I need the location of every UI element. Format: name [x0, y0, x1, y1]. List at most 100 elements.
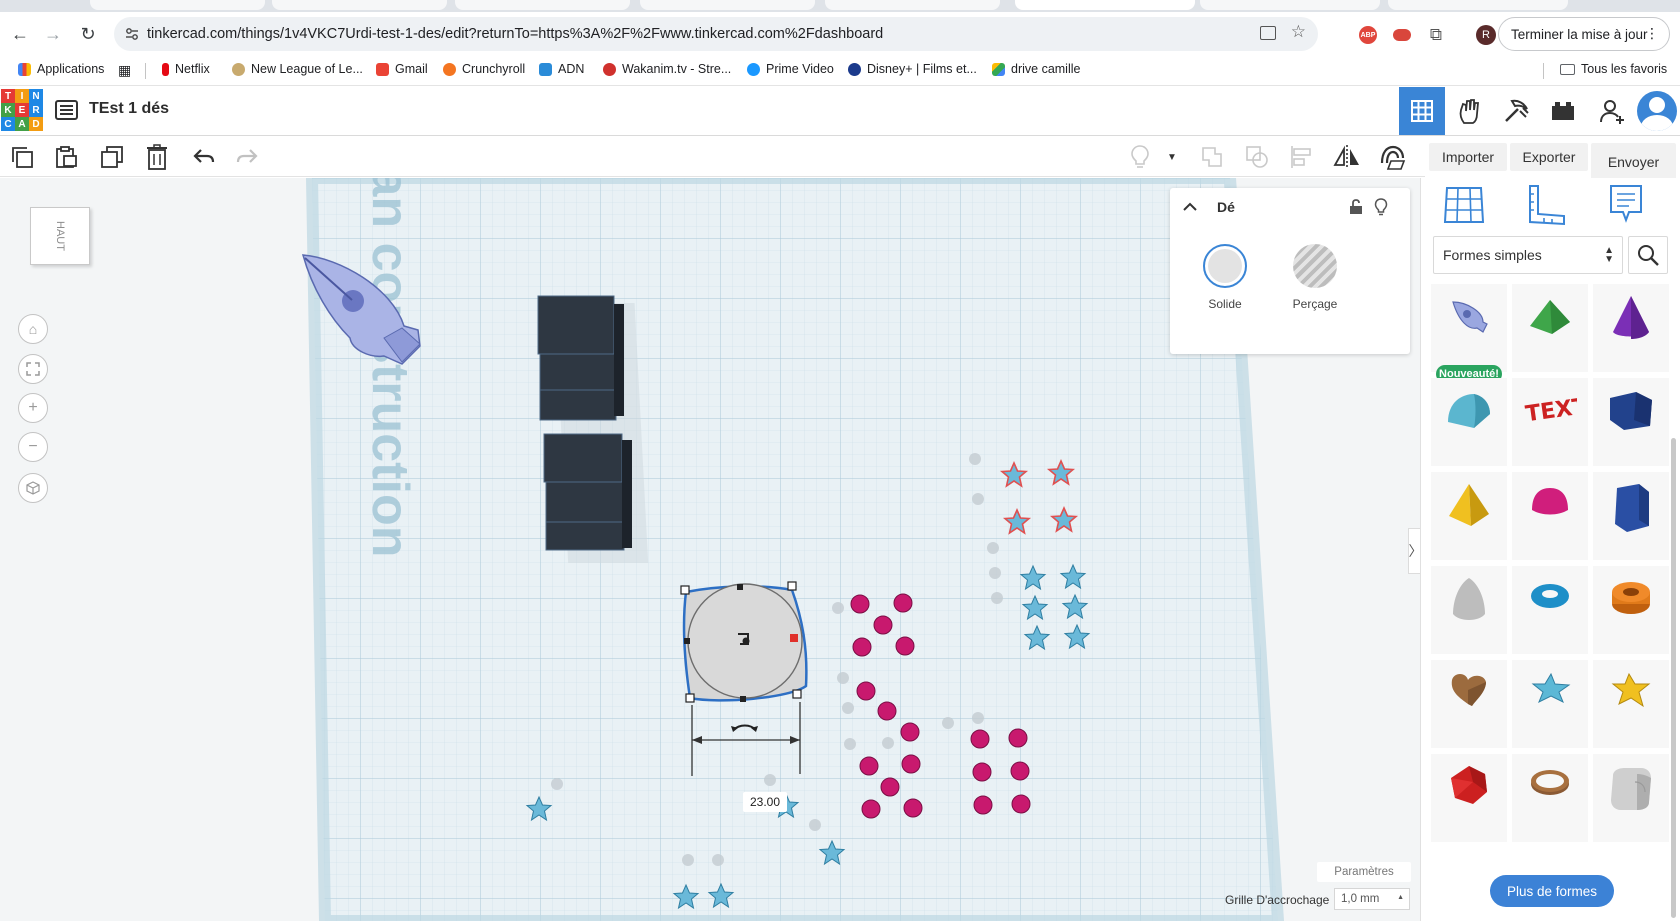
browser-tab[interactable]	[272, 0, 447, 10]
solid-option[interactable]: Solide	[1185, 244, 1265, 311]
view-cube[interactable]: HAUT	[30, 207, 90, 265]
hole-label: Perçage	[1292, 297, 1338, 311]
shape-box[interactable]	[1593, 378, 1669, 466]
shape-round-roof[interactable]	[1431, 378, 1507, 466]
lock-button[interactable]	[1347, 198, 1365, 216]
blocks-view-button[interactable]	[1447, 87, 1493, 135]
bookmark-adn[interactable]: ADN	[539, 62, 584, 76]
copy-button[interactable]	[6, 141, 38, 173]
send-to-button[interactable]: Envoyer vers	[1591, 143, 1676, 198]
bookmark-applications[interactable]: Applications	[18, 62, 104, 76]
3d-view-button[interactable]	[1399, 87, 1445, 135]
shape-star-yellow[interactable]	[1593, 660, 1669, 748]
panel-scrollbar[interactable]	[1671, 438, 1676, 918]
browser-tab-active[interactable]	[1015, 0, 1195, 10]
browser-tab[interactable]	[1200, 0, 1380, 10]
shape-polygon[interactable]	[1593, 472, 1669, 560]
shape-icosahedron[interactable]	[1431, 754, 1507, 842]
design-title[interactable]: TEst 1 dés	[89, 100, 169, 118]
shape-roof[interactable]	[1512, 284, 1588, 372]
address-bar[interactable]: tinkercad.com/things/1v4VKC7Urdi-test-1-…	[114, 17, 1318, 51]
home-view-button[interactable]: ⌂	[18, 314, 48, 344]
shape-heart[interactable]	[1431, 660, 1507, 748]
shape-pyramid[interactable]	[1431, 472, 1507, 560]
align-button[interactable]	[1286, 141, 1318, 173]
profile-avatar[interactable]: R	[1476, 25, 1496, 45]
browser-tab[interactable]	[1388, 0, 1568, 10]
tools-view-button[interactable]	[1493, 87, 1539, 135]
design-list-icon[interactable]	[54, 98, 80, 122]
shape-rounded-box[interactable]	[1593, 754, 1669, 842]
shape-paraboloid[interactable]	[1431, 566, 1507, 654]
import-button[interactable]: Importer	[1429, 143, 1507, 171]
duplicate-button[interactable]	[96, 141, 128, 173]
workplane-tool-button[interactable]	[1439, 182, 1489, 228]
bookmark-disney[interactable]: Disney+ | Films et...	[848, 62, 977, 76]
tinkercad-logo[interactable]: T I N K E R C A D	[1, 89, 43, 131]
notes-button[interactable]	[1124, 141, 1156, 173]
bookmark-gmail[interactable]: Gmail	[376, 62, 428, 76]
hole-option[interactable]: Perçage	[1275, 244, 1355, 311]
delete-button[interactable]	[141, 141, 173, 173]
shape-ring[interactable]	[1512, 754, 1588, 842]
reload-icon[interactable]: ↻	[76, 22, 100, 46]
ruler-tool-button[interactable]	[1520, 182, 1570, 228]
invite-button[interactable]	[1589, 87, 1635, 135]
bookmark-drive[interactable]: drive camille	[992, 62, 1080, 76]
url-text[interactable]: tinkercad.com/things/1v4VKC7Urdi-test-1-…	[147, 26, 883, 42]
shape-search-button[interactable]	[1628, 236, 1668, 274]
perspective-button[interactable]	[18, 473, 48, 503]
undo-button[interactable]	[188, 141, 220, 173]
bookmark-wakanim[interactable]: Wakanim.tv - Stre...	[603, 62, 731, 76]
paste-button[interactable]	[50, 141, 82, 173]
zoom-out-button[interactable]: −	[18, 432, 48, 462]
workplane-viewport[interactable]: lan construction HAUT ⌂ + − Dé Solide Pe…	[0, 178, 1420, 921]
adblock-icon[interactable]: ABP	[1358, 25, 1378, 45]
notes-dropdown[interactable]: ▼	[1160, 141, 1184, 173]
forward-icon[interactable]: →	[41, 22, 65, 46]
shape-scribble[interactable]	[1431, 284, 1507, 372]
mirror-button[interactable]	[1331, 141, 1363, 173]
inspector-title[interactable]: Dé	[1217, 199, 1235, 215]
shape-torus[interactable]	[1512, 566, 1588, 654]
snap-grid-select[interactable]: 1,0 mm	[1334, 888, 1410, 910]
shape-text[interactable]: TEXT	[1512, 378, 1588, 466]
bookmark-star-icon[interactable]: ☆	[1291, 22, 1306, 42]
export-button[interactable]: Exporter	[1510, 143, 1588, 171]
browser-tab[interactable]	[640, 0, 815, 10]
extension-lastpass-icon[interactable]	[1392, 25, 1412, 45]
shape-tube[interactable]	[1593, 566, 1669, 654]
bookmark-prime-video[interactable]: Prime Video	[747, 62, 834, 76]
ungroup-button[interactable]	[1241, 141, 1273, 173]
notes-tool-button[interactable]	[1601, 182, 1651, 228]
bookmark-league[interactable]: New League of Le...	[232, 62, 363, 76]
shape-star[interactable]	[1512, 660, 1588, 748]
cruise-button[interactable]	[1376, 141, 1408, 173]
bookmark-netflix[interactable]: Netflix	[162, 62, 210, 76]
shape-library-select[interactable]: Formes simples ▲ ▼	[1433, 236, 1623, 274]
all-bookmarks-button[interactable]: Tous les favoris	[1560, 62, 1667, 76]
tab-grid-icon[interactable]: ▦	[118, 62, 131, 79]
more-shapes-button[interactable]: Plus de formes	[1490, 875, 1614, 907]
install-app-icon[interactable]	[1260, 26, 1276, 40]
extensions-puzzle-icon[interactable]: ⧉	[1426, 25, 1446, 45]
group-button[interactable]	[1196, 141, 1228, 173]
fit-view-button[interactable]	[18, 354, 48, 384]
browser-tab[interactable]	[90, 0, 265, 10]
shape-half-sphere[interactable]	[1512, 472, 1588, 560]
user-avatar[interactable]	[1634, 87, 1680, 135]
site-settings-icon[interactable]	[124, 26, 140, 42]
shape-cone[interactable]	[1593, 284, 1669, 372]
settings-button[interactable]: Paramètres	[1317, 862, 1411, 882]
zoom-in-button[interactable]: +	[18, 393, 48, 423]
bookmark-crunchyroll[interactable]: Crunchyroll	[443, 62, 525, 76]
browser-tab[interactable]	[455, 0, 630, 10]
back-icon[interactable]: ←	[8, 22, 32, 46]
visibility-button[interactable]	[1372, 198, 1390, 216]
collapse-inspector-button[interactable]	[1181, 198, 1199, 216]
update-button[interactable]: Terminer la mise à jour ⋮	[1498, 17, 1670, 51]
browser-tab[interactable]	[825, 0, 1000, 10]
redo-button[interactable]	[231, 141, 263, 173]
dimension-input[interactable]: 23.00	[743, 792, 787, 812]
bricks-view-button[interactable]	[1540, 87, 1586, 135]
